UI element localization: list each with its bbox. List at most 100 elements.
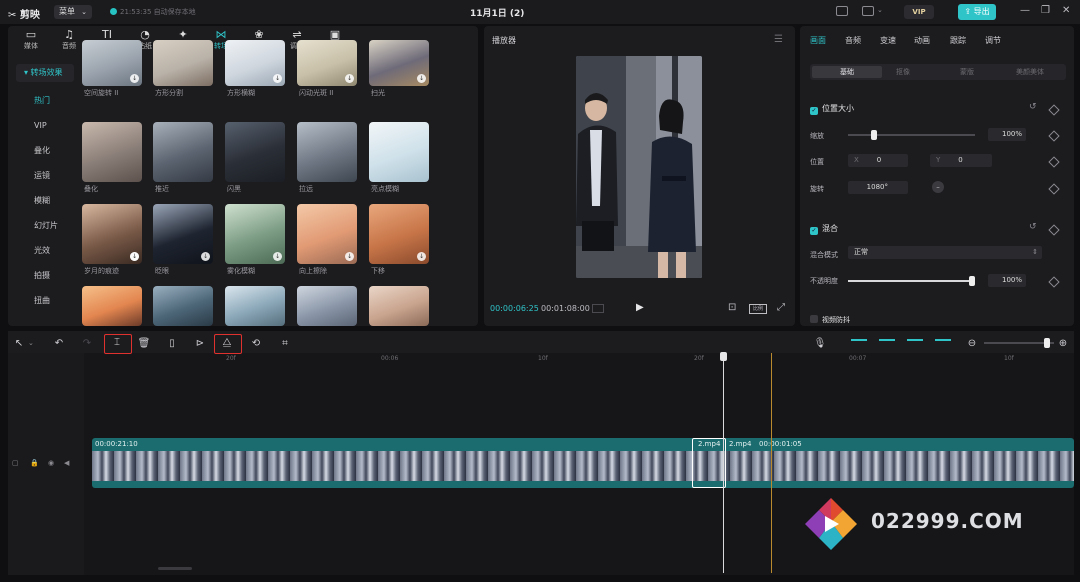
eye-icon[interactable]: ◉ [48, 459, 54, 467]
download-icon[interactable]: ↓ [273, 74, 282, 83]
position-y-input[interactable]: Y0 [930, 154, 992, 167]
properties-subtab[interactable]: 抠像 [896, 67, 910, 77]
blend-keyframe-icon[interactable] [1048, 224, 1060, 236]
rotate-dial-icon[interactable]: – [932, 181, 944, 193]
lock-icon[interactable]: 🔒 [30, 459, 39, 467]
transition-thumbnail[interactable] [369, 286, 429, 326]
blend-mode-select[interactable]: 正常 ⇕ [848, 246, 1042, 259]
transition-thumbnail[interactable] [153, 286, 213, 326]
transition-thumbnail[interactable]: ↓ [225, 40, 285, 86]
transition-thumbnail[interactable] [297, 122, 357, 182]
zoom-out-icon[interactable]: ⊖ [965, 338, 979, 349]
track-cover-icon[interactable]: ▢ [12, 459, 19, 467]
download-icon[interactable]: ↓ [417, 74, 426, 83]
cursor-chevron-icon[interactable]: ⌄ [28, 339, 34, 347]
transition-thumbnail[interactable]: ↓↓ [82, 204, 142, 264]
transition-thumbnail[interactable] [369, 122, 429, 182]
category-item[interactable]: 热门 [16, 88, 74, 113]
transition-thumbnail[interactable]: ↓ [297, 204, 357, 264]
blend-section[interactable]: ✓ 混合 [810, 223, 838, 235]
crop-icon[interactable]: ⌗ [278, 338, 292, 349]
opacity-input[interactable]: 100% [988, 274, 1026, 287]
zoom-slider-knob[interactable] [1044, 338, 1050, 348]
blend-reset-icon[interactable]: ↺ [1029, 222, 1037, 232]
transition-thumbnail[interactable]: ↓ [82, 40, 142, 86]
category-item[interactable]: 模糊 [16, 188, 74, 213]
preview-axis-icon[interactable] [935, 339, 951, 347]
transition-thumbnail[interactable] [82, 122, 142, 182]
transition-thumbnail[interactable]: ↓ [153, 204, 213, 264]
select-cursor-icon[interactable]: ↖ [12, 338, 26, 349]
transition-thumbnail[interactable]: ↓ [369, 40, 429, 86]
opacity-slider-knob[interactable] [969, 276, 975, 286]
fullscreen-icon[interactable]: ⤢ [777, 302, 785, 313]
time-ruler[interactable]: 20f 00:06 10f 20f 00:07 10f [92, 353, 1074, 365]
download-icon[interactable]: ↓ [273, 252, 282, 261]
category-item[interactable]: 拍摄 [16, 263, 74, 288]
position-x-input[interactable]: X0 [848, 154, 908, 167]
timeline-grid-icon[interactable] [592, 304, 604, 313]
close-icon[interactable]: ✕ [1062, 5, 1070, 16]
transition-thumbnail[interactable] [225, 122, 285, 182]
zoom-in-icon[interactable]: ⊕ [1056, 338, 1070, 349]
properties-tab[interactable]: 画面 [810, 35, 826, 46]
opacity-keyframe-icon[interactable] [1048, 276, 1060, 288]
properties-subtab[interactable]: 基础 [812, 66, 882, 78]
selected-clip[interactable] [692, 438, 726, 488]
blend-checkbox-icon[interactable]: ✓ [810, 227, 818, 235]
minimize-icon[interactable]: — [1020, 5, 1030, 16]
properties-tab[interactable]: 音频 [845, 35, 861, 46]
properties-subtab[interactable]: 美颜美体 [1016, 67, 1044, 77]
scale-input[interactable]: 100% [988, 128, 1026, 141]
category-item[interactable]: 叠化 [16, 138, 74, 163]
tab-2[interactable]: ♫ 音频 [54, 28, 84, 51]
video-track[interactable]: 00:00:21:10 2.mp4 2.mp4 00:00:01:05 [92, 438, 1074, 488]
transition-thumbnail[interactable]: ↓ [225, 204, 285, 264]
opacity-slider[interactable] [848, 280, 975, 282]
stabilize-checkbox-icon[interactable] [810, 315, 818, 323]
download-icon[interactable]: ↓ [345, 252, 354, 261]
download-icon[interactable]: ↓ [130, 252, 139, 261]
category-item[interactable]: 幻灯片 [16, 213, 74, 238]
category-header[interactable]: ▾ 转场效果 [16, 64, 74, 82]
properties-tab[interactable]: 调节 [985, 35, 1001, 46]
checkbox-checked-icon[interactable]: ✓ [810, 107, 818, 115]
auto-snap-icon[interactable] [879, 339, 895, 347]
transition-thumbnail[interactable]: ↓ [369, 204, 429, 264]
freeze-frame-icon[interactable]: ▯ [165, 338, 179, 349]
scale-slider-knob[interactable] [871, 130, 877, 140]
transition-thumbnail[interactable]: ↓ [297, 40, 357, 86]
export-button[interactable]: ⇪ 导出 [958, 4, 996, 20]
stabilize-section[interactable]: 视频防抖 [810, 315, 850, 325]
aspect-ratio-button[interactable]: 比例 [749, 304, 767, 314]
vip-badge[interactable]: VIP [904, 5, 934, 19]
keyframe-icon[interactable] [1048, 104, 1060, 116]
scale-keyframe-icon[interactable] [1048, 130, 1060, 142]
transition-thumbnail[interactable] [153, 40, 213, 86]
split-button[interactable]: ⌶ [104, 334, 132, 354]
layout-icon[interactable] [862, 6, 874, 16]
properties-subtab[interactable]: 蒙版 [960, 67, 974, 77]
transition-thumbnail[interactable] [82, 286, 142, 326]
record-audio-icon[interactable]: 🎙 [813, 338, 827, 349]
position-size-section[interactable]: ✓ 位置大小 [810, 103, 854, 115]
properties-tab[interactable]: 变速 [880, 35, 896, 46]
playhead-handle[interactable] [720, 352, 727, 361]
download-icon[interactable]: ↓ [130, 74, 139, 83]
transition-thumbnail[interactable] [297, 286, 357, 326]
player-menu-icon[interactable]: ☰ [774, 34, 783, 45]
reset-icon[interactable]: ↺ [1029, 102, 1037, 112]
position-keyframe-icon[interactable] [1048, 156, 1060, 168]
menu-button[interactable]: 菜单 ⌄ [54, 5, 92, 19]
mirror-button[interactable]: ⧋ [214, 334, 242, 354]
reverse-icon[interactable]: ⊳ [193, 338, 207, 349]
mute-icon[interactable]: ◀ [64, 459, 69, 467]
undo-icon[interactable]: ↶ [52, 338, 66, 349]
category-item[interactable]: 扭曲 [16, 288, 74, 313]
properties-tab[interactable]: 跟踪 [950, 35, 966, 46]
horizontal-scrollbar[interactable] [158, 567, 192, 570]
rotate-input[interactable]: 1080° [848, 181, 908, 194]
redo-icon[interactable]: ↷ [80, 338, 94, 349]
transition-thumbnail[interactable] [153, 122, 213, 182]
layout-chevron-icon[interactable]: ⌄ [877, 6, 883, 14]
